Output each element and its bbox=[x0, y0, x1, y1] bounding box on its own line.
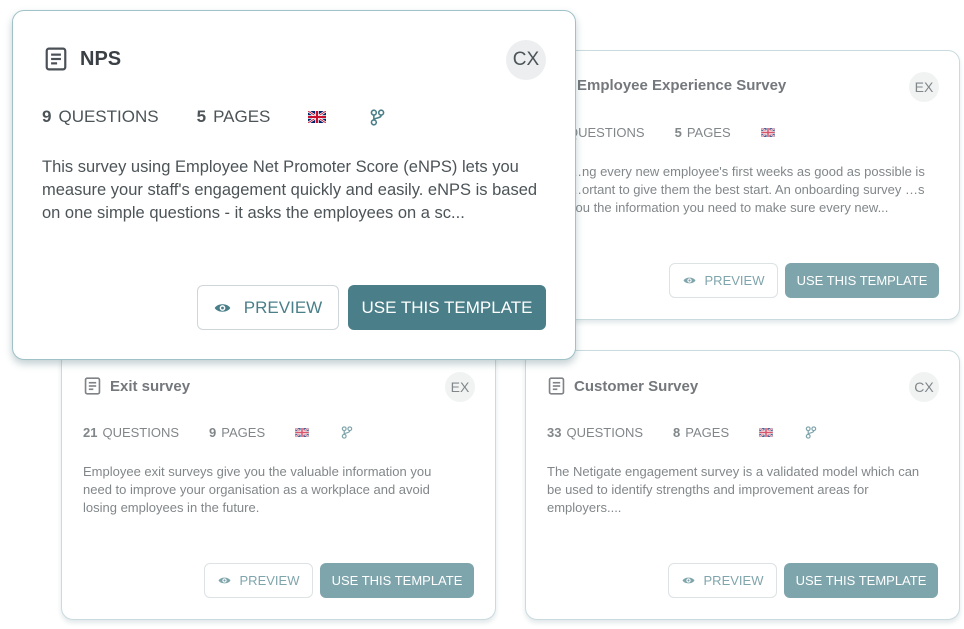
card-meta: 9 QUESTIONS 5 PAGES bbox=[42, 107, 385, 127]
questions-label: QUESTIONS bbox=[102, 425, 180, 440]
card-title-row: Employee Experience Survey bbox=[577, 77, 786, 94]
preview-button[interactable]: PREVIEW bbox=[197, 285, 339, 330]
uk-flag-icon bbox=[307, 110, 328, 124]
questions-label: QUESTIONS bbox=[58, 107, 159, 126]
pages-label: PAGES bbox=[686, 125, 731, 140]
pages-count: 9 bbox=[209, 425, 217, 440]
eye-icon bbox=[682, 576, 695, 585]
pages-count: 8 bbox=[673, 425, 681, 440]
document-icon bbox=[84, 377, 101, 395]
card-meta: QUESTIONS 5 PAGES bbox=[563, 125, 775, 140]
uk-flag-icon bbox=[760, 127, 775, 138]
questions-count: 21 bbox=[83, 425, 98, 440]
pages-count: 5 bbox=[674, 125, 682, 140]
branch-icon[interactable] bbox=[341, 426, 353, 439]
preview-label: PREVIEW bbox=[243, 297, 323, 317]
card-description: The Netigate engagement survey is a vali… bbox=[547, 464, 920, 515]
questions-count: 33 bbox=[547, 425, 562, 440]
card-title-row: NPS bbox=[45, 47, 121, 71]
questions-count: 9 bbox=[42, 107, 52, 126]
category-badge: CX bbox=[909, 372, 939, 402]
preview-label: PREVIEW bbox=[704, 273, 765, 288]
use-template-button[interactable]: USE THIS TEMPLATE bbox=[784, 563, 938, 598]
document-icon bbox=[548, 377, 565, 395]
document-icon bbox=[45, 47, 67, 71]
template-card-customer-survey[interactable]: Customer Survey CX 33 QUESTIONS 8 PAGES … bbox=[525, 350, 960, 620]
pages-label: PAGES bbox=[221, 425, 266, 440]
card-title: NPS bbox=[80, 47, 122, 70]
card-title-row: Customer Survey bbox=[548, 377, 698, 395]
branch-icon[interactable] bbox=[370, 108, 385, 126]
category-badge: EX bbox=[445, 372, 475, 402]
preview-button[interactable]: PREVIEW bbox=[204, 563, 313, 598]
category-badge: CX bbox=[506, 40, 546, 80]
eye-icon bbox=[214, 302, 231, 314]
template-card-employee-experience[interactable]: Employee Experience Survey EX QUESTIONS … bbox=[510, 50, 960, 320]
pages-label: PAGES bbox=[213, 107, 271, 126]
card-title: Customer Survey bbox=[574, 377, 699, 395]
pages-label: PAGES bbox=[685, 425, 730, 440]
card-meta: 33 QUESTIONS 8 PAGES bbox=[547, 425, 817, 440]
category-badge: EX bbox=[909, 72, 939, 102]
template-card-nps[interactable]: NPS CX 9 QUESTIONS 5 PAGES This survey u… bbox=[12, 10, 576, 360]
pages-count: 5 bbox=[196, 107, 207, 126]
template-card-exit-survey[interactable]: Exit survey EX 21 QUESTIONS 9 PAGES Empl… bbox=[61, 350, 496, 620]
card-title: Employee Experience Survey bbox=[577, 77, 787, 94]
card-description: This survey using Employee Net Promoter … bbox=[42, 158, 538, 222]
preview-button[interactable]: PREVIEW bbox=[668, 563, 777, 598]
use-template-button[interactable]: USE THIS TEMPLATE bbox=[785, 263, 939, 298]
questions-label: QUESTIONS bbox=[568, 125, 645, 140]
eye-icon bbox=[218, 576, 231, 585]
preview-label: PREVIEW bbox=[239, 573, 300, 588]
use-template-button[interactable]: USE THIS TEMPLATE bbox=[348, 285, 546, 330]
branch-icon[interactable] bbox=[805, 426, 817, 439]
uk-flag-icon bbox=[294, 427, 310, 438]
card-title: Exit survey bbox=[110, 377, 191, 395]
questions-label: QUESTIONS bbox=[566, 425, 644, 440]
card-description: Employee exit surveys give you the valua… bbox=[83, 464, 432, 515]
eye-icon bbox=[683, 276, 696, 285]
card-title-row: Exit survey bbox=[84, 377, 190, 395]
use-template-button[interactable]: USE THIS TEMPLATE bbox=[320, 563, 474, 598]
card-meta: 21 QUESTIONS 9 PAGES bbox=[83, 425, 353, 440]
card-description: …ng every new employee's first weeks as … bbox=[569, 164, 925, 215]
preview-label: PREVIEW bbox=[703, 573, 764, 588]
uk-flag-icon bbox=[758, 427, 774, 438]
preview-button[interactable]: PREVIEW bbox=[669, 263, 778, 298]
